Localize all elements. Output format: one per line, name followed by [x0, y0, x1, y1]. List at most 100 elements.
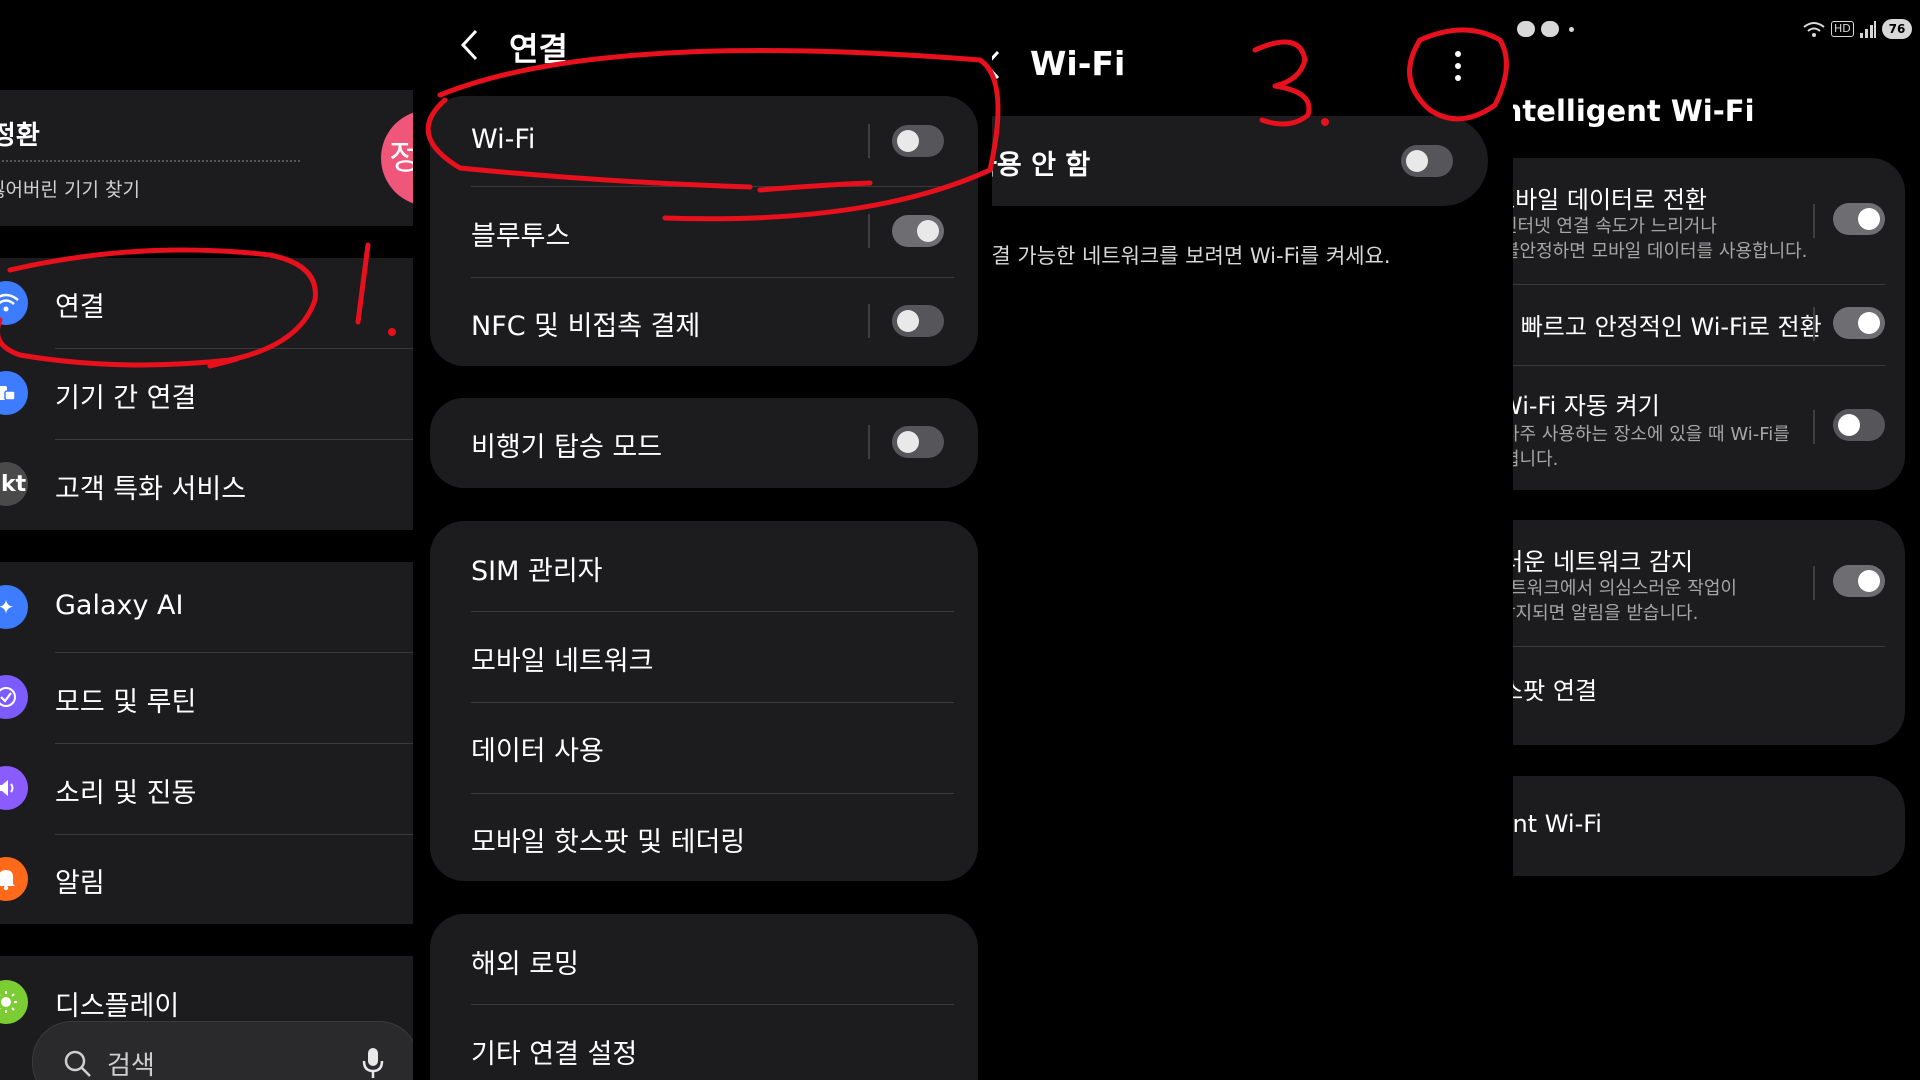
message-icon: [1541, 21, 1559, 37]
search-input[interactable]: 검색: [107, 1045, 155, 1080]
mobile-network-row[interactable]: 모바일 네트워크: [430, 612, 978, 702]
battery-indicator: 76: [1882, 19, 1912, 39]
wifi-info-text: 연결 가능한 네트워크를 보려면 Wi-Fi를 켜세요.: [992, 244, 1391, 268]
brightness-icon: [0, 980, 28, 1024]
airplane-mode-row[interactable]: 비행기 탑승 모드: [430, 398, 978, 488]
wifi-row[interactable]: Wi-Fi: [430, 96, 978, 186]
separator: [1813, 204, 1815, 238]
page-title: Wi-Fi: [1030, 44, 1126, 83]
auto-wifi-title: Wi-Fi 자동 켜기: [1513, 392, 1660, 420]
intelligent-settings-group-3[interactable]: Intelligent Wi-Fi: [1513, 776, 1905, 876]
nfc-label: NFC 및 비접촉 결제: [471, 311, 701, 342]
switch-to-better-wifi-row[interactable]: 더 빠르고 안정적인 Wi-Fi로 전환: [1513, 285, 1905, 365]
menu-group-1: 연결 기기 간 연결 kt 고객 특화 서비스: [0, 258, 413, 530]
menu-item-device-connection[interactable]: 기기 간 연결: [0, 349, 413, 439]
separator: [1813, 566, 1815, 600]
separator: [868, 124, 870, 158]
menu-label-device-connection: 기기 간 연결: [55, 383, 197, 414]
wifi-master-toggle[interactable]: [1401, 145, 1453, 177]
status-bar: HD 76: [1513, 18, 1920, 46]
suspicious-network-title: 의심스러운 네트워크 감지: [1513, 548, 1694, 576]
airplane-mode-toggle[interactable]: [892, 426, 944, 458]
nfc-toggle[interactable]: [892, 305, 944, 337]
search-bar[interactable]: 검색: [32, 1021, 413, 1080]
bluetooth-row[interactable]: 블루투스: [430, 187, 978, 277]
menu-item-connections[interactable]: 연결: [0, 258, 413, 348]
menu-label-modes-routines: 모드 및 루틴: [55, 687, 197, 718]
suspicious-network-row[interactable]: 의심스러운 네트워크 감지 Wi-Fi 네트워크에서 의심스러운 작업이 감지되…: [1513, 520, 1905, 646]
more-connection-settings-label: 기타 연결 설정: [471, 1039, 638, 1070]
back-arrow-icon[interactable]: [458, 28, 482, 62]
wifi-toggle[interactable]: [892, 125, 944, 157]
auto-wifi-desc-2: 켭니다.: [1513, 449, 1559, 470]
switch-to-mobile-data-desc-2: 불안정하면 모바일 데이터를 사용합니다.: [1513, 241, 1808, 262]
avatar[interactable]: 정: [381, 110, 413, 206]
bell-icon: [0, 857, 28, 901]
microphone-icon[interactable]: [361, 1046, 385, 1080]
profile-name: 박정환: [0, 121, 40, 151]
switch-to-mobile-data-toggle[interactable]: [1833, 203, 1885, 235]
menu-item-sound[interactable]: 소리 및 진동: [0, 744, 413, 834]
switch-to-better-wifi-toggle[interactable]: [1833, 307, 1885, 339]
separator: [1813, 410, 1815, 444]
switch-to-mobile-data-desc-1: 인터넷 연결 속도가 느리거나: [1513, 216, 1717, 237]
menu-group-2: ✦ Galaxy AI 모드 및 루틴 소리 및 진동 알림: [0, 562, 413, 924]
intelligent-wifi-item-title: Intelligent Wi-Fi: [1513, 810, 1602, 838]
hotspot-connection-row[interactable]: 핫스팟 연결: [1513, 647, 1905, 745]
wifi-master-switch[interactable]: 사용 안 함: [992, 116, 1488, 206]
wifi-master-label: 사용 안 함: [992, 150, 1091, 181]
wifi-label: Wi-Fi: [471, 124, 536, 155]
sparkle-icon: ✦: [0, 585, 28, 629]
connections-panel: 연결 Wi-Fi 블루투스 NFC 및 비접촉 결제 비행기 탑승 모드 SIM: [413, 0, 992, 1080]
airplane-group: 비행기 탑승 모드: [430, 398, 978, 488]
menu-item-modes-routines[interactable]: 모드 및 루틴: [0, 653, 413, 743]
auto-wifi-desc-1: 자주 사용하는 장소에 있을 때 Wi-Fi를: [1513, 424, 1790, 445]
search-icon: [64, 1050, 91, 1077]
separator: [868, 304, 870, 338]
wifi-panel: Wi-Fi 사용 안 함 연결 가능한 네트워크를 보려면 Wi-Fi를 켜세요…: [992, 0, 1513, 1080]
suspicious-network-desc-2: 감지되면 알림을 받습니다.: [1513, 603, 1699, 624]
nfc-row[interactable]: NFC 및 비접촉 결제: [430, 278, 978, 366]
settings-main-panel: 박정환 잃어버린 기기 찾기 정 연결 기기 간 연결 kt 고객 특화 서비스: [0, 0, 413, 1080]
suspicious-network-desc-1: Wi-Fi 네트워크에서 의심스러운 작업이: [1513, 578, 1737, 599]
data-usage-row[interactable]: 데이터 사용: [430, 703, 978, 793]
menu-item-galaxy-ai[interactable]: ✦ Galaxy AI: [0, 562, 413, 652]
menu-label-kt-service: 고객 특화 서비스: [55, 474, 247, 505]
switch-to-mobile-data-row[interactable]: 모바일 데이터로 전환 인터넷 연결 속도가 느리거나 불안정하면 모바일 데이…: [1513, 158, 1905, 284]
menu-item-kt-service[interactable]: kt 고객 특화 서비스: [0, 440, 413, 530]
auto-wifi-toggle[interactable]: [1833, 409, 1885, 441]
menu-label-galaxy-ai: Galaxy AI: [55, 590, 184, 621]
more-connection-settings-row[interactable]: 기타 연결 설정: [430, 1005, 978, 1080]
avatar-letter: 정: [389, 138, 413, 178]
sim-manager-label: SIM 관리자: [471, 556, 603, 587]
intelligent-settings-group-1: 모바일 데이터로 전환 인터넷 연결 속도가 느리거나 불안정하면 모바일 데이…: [1513, 158, 1905, 490]
mobile-network-label: 모바일 네트워크: [471, 646, 654, 677]
auto-wifi-row[interactable]: Wi-Fi 자동 켜기 자주 사용하는 장소에 있을 때 Wi-Fi를 켭니다.: [1513, 366, 1905, 490]
roaming-label: 해외 로밍: [471, 949, 579, 980]
routine-icon: [0, 675, 28, 719]
bluetooth-toggle[interactable]: [892, 215, 944, 247]
network-group: SIM 관리자 모바일 네트워크 데이터 사용 모바일 핫스팟 및 테더링: [430, 521, 978, 881]
chat-icon: [1517, 21, 1535, 37]
menu-label-sound: 소리 및 진동: [55, 778, 197, 809]
menu-label-connections: 연결: [55, 292, 105, 323]
signal-icon: [1860, 21, 1876, 38]
menu-label-display: 디스플레이: [55, 991, 180, 1022]
page-title: 연결: [509, 30, 568, 68]
data-usage-label: 데이터 사용: [471, 736, 604, 767]
wifi-status-icon: [1803, 22, 1825, 37]
hd-badge: HD: [1831, 21, 1854, 37]
roaming-row[interactable]: 해외 로밍: [430, 914, 978, 1004]
kt-glyph: kt: [1, 471, 27, 497]
sim-manager-row[interactable]: SIM 관리자: [430, 521, 978, 611]
more-options-icon[interactable]: [1452, 50, 1464, 82]
profile-card[interactable]: 박정환 잃어버린 기기 찾기 정: [0, 90, 413, 226]
sound-icon: [0, 766, 28, 810]
suspicious-network-toggle[interactable]: [1833, 565, 1885, 597]
profile-subtitle: 잃어버린 기기 찾기: [0, 179, 140, 201]
page-title: Intelligent Wi-Fi: [1513, 94, 1755, 128]
separator: [868, 214, 870, 248]
back-arrow-icon[interactable]: [992, 50, 1000, 80]
hotspot-tethering-row[interactable]: 모바일 핫스팟 및 테더링: [430, 794, 978, 881]
menu-item-notifications[interactable]: 알림: [0, 835, 413, 924]
